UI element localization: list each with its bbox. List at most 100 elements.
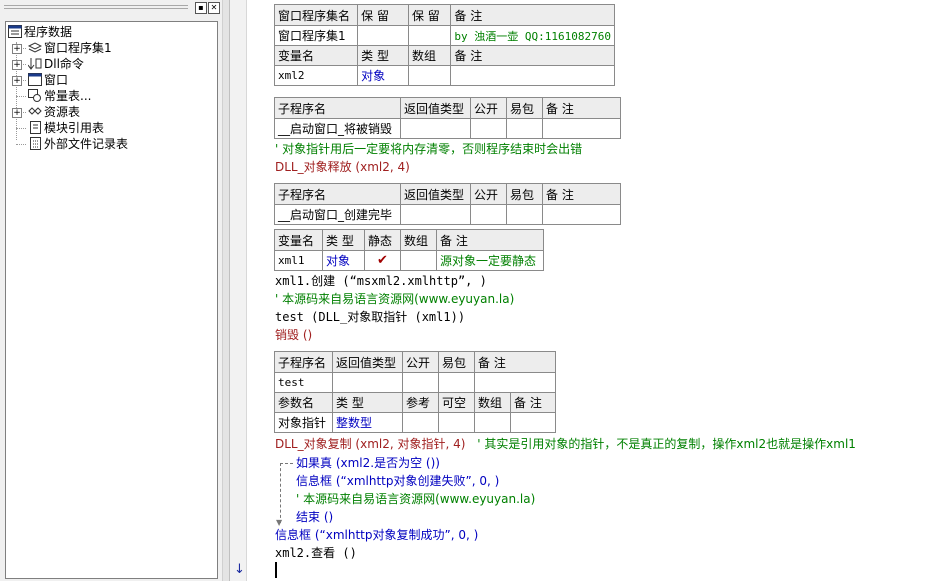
sub3-header-public: 公开 — [402, 351, 439, 373]
tree-item-external-files-label: 外部文件记录表 — [44, 137, 129, 151]
tree-item-modules-label: 模块引用表 — [44, 121, 105, 135]
tree-item-constants[interactable]: 常量表... — [28, 88, 91, 104]
expand-dll-button[interactable]: + — [12, 60, 22, 70]
sub3-public-cell[interactable] — [402, 372, 439, 393]
panel-close-button[interactable]: ✕ — [208, 2, 220, 14]
resource-table-icon — [28, 105, 42, 118]
code-comment-pointer: ' 其实是引用对象的指针，不是真正的复制，操作xml2也就是操作xml1 — [477, 437, 856, 451]
assembly-var-header-array: 数组 — [407, 45, 452, 66]
tree-item-dll-label: Dll命令 — [44, 57, 84, 71]
expand-window-button[interactable]: + — [12, 76, 22, 86]
assembly-remark-cell[interactable]: by 浊酒一壶 QQ:1161082760 — [450, 25, 615, 46]
sub3-header-package: 易包 — [438, 351, 475, 373]
code-line-copy[interactable]: DLL_对象复制 (xml2, 对象指针, 4) ' 其实是引用对象的指针，不是… — [275, 435, 856, 453]
code-line-release[interactable]: DLL_对象释放 (xml2, 4) — [275, 158, 410, 176]
localvar-type-cell[interactable]: 对象 — [322, 250, 365, 271]
assembly-table: 窗口程序集名 保 留 保 留 备 注 窗口程序集1 by 浊酒一壶 QQ:116… — [273, 4, 615, 86]
param-reference-cell[interactable] — [402, 412, 439, 433]
module-reference-icon — [28, 121, 42, 134]
assembly-reserved2-cell[interactable] — [407, 25, 452, 46]
assembly-var-header-remark: 备 注 — [450, 45, 615, 66]
expand-assembly-button[interactable]: + — [12, 44, 22, 54]
sub2-remark-cell[interactable] — [542, 204, 621, 225]
assembly-var-header-name: 变量名 — [273, 45, 359, 66]
param-type-cell[interactable]: 整数型 — [332, 412, 403, 433]
code-line-view[interactable]: xml2.查看 () — [275, 544, 357, 562]
external-file-icon — [28, 137, 42, 150]
code-line-msg-fail[interactable]: 信息框 (“xmlhttp对象创建失败”, 0, ) — [296, 472, 499, 490]
code-line-test-call[interactable]: test (DLL_对象取指针 (xml1)) — [275, 308, 465, 326]
localvar-name-cell[interactable]: xml1 — [274, 250, 323, 271]
tree-item-assembly[interactable]: 窗口程序集1 — [27, 40, 112, 56]
sub2-name-cell[interactable]: __启动窗口_创建完毕 — [274, 204, 401, 225]
sub2-header-remark: 备 注 — [542, 183, 621, 205]
expand-resources-button[interactable]: + — [12, 108, 22, 118]
sub1-return-cell[interactable] — [400, 118, 471, 139]
param-nullable-cell[interactable] — [438, 412, 475, 433]
param-array-cell[interactable] — [474, 412, 511, 433]
sub3-return-cell[interactable] — [332, 372, 403, 393]
sub1-header-package: 易包 — [506, 97, 543, 119]
code-editor[interactable]: 窗口程序集名 保 留 保 留 备 注 窗口程序集1 by 浊酒一壶 QQ:116… — [247, 0, 940, 581]
localvar-array-cell[interactable] — [400, 250, 437, 271]
text-caret — [275, 562, 277, 578]
assembly-icon — [27, 41, 43, 54]
param-header-reference: 参考 — [402, 392, 439, 413]
tree-item-window[interactable]: 窗口 — [28, 72, 68, 88]
sub3-header-return: 返回值类型 — [332, 351, 403, 373]
tree-item-dll[interactable]: Dll命令 — [27, 56, 84, 72]
static-checkmark-icon[interactable]: ✔ — [364, 250, 401, 271]
if-block-flow-line — [280, 463, 281, 523]
sub1-package-cell[interactable] — [506, 118, 543, 139]
subroutine-table-destroy: 子程序名 返回值类型 公开 易包 备 注 __启动窗口_将被销毁 — [274, 97, 621, 139]
code-line-create[interactable]: xml1.创建 (“msxml2.xmlhttp”, ) — [275, 272, 487, 290]
sub2-header-return: 返回值类型 — [400, 183, 471, 205]
sub1-name-cell[interactable]: __启动窗口_将被销毁 — [274, 118, 401, 139]
tree-item-resources[interactable]: 资源表 — [28, 104, 80, 120]
code-comment-memory[interactable]: ' 对象指针用后一定要将内存清零，否则程序结束时会出错 — [275, 140, 582, 158]
sub3-package-cell[interactable] — [438, 372, 475, 393]
param-remark-cell[interactable] — [510, 412, 556, 433]
tree-root[interactable]: 程序数据 — [8, 24, 72, 40]
sub3-header-remark: 备 注 — [474, 351, 556, 373]
tree-item-window-label: 窗口 — [44, 73, 69, 87]
sub1-remark-cell[interactable] — [542, 118, 621, 139]
param-name-cell[interactable]: 对象指针 — [274, 412, 333, 433]
program-tree: 程序数据 + 窗口程序集1 + Dll命令 + 窗口 常量表... + 资源表 … — [5, 21, 218, 579]
tree-item-modules[interactable]: 模块引用表 — [28, 120, 104, 136]
sub2-package-cell[interactable] — [506, 204, 543, 225]
param-header-remark: 备 注 — [510, 392, 556, 413]
assembly-name-cell[interactable]: 窗口程序集1 — [273, 25, 359, 46]
tree-item-external-files[interactable]: 外部文件记录表 — [28, 136, 128, 152]
assembly-header-name: 窗口程序集名 — [273, 4, 359, 26]
program-data-panel: ▪ ✕ 程序数据 + 窗口程序集1 + Dll命令 + 窗口 常量表... + … — [0, 0, 222, 581]
pane-splitter[interactable] — [222, 0, 230, 581]
code-line-if[interactable]: 如果真 (xml2.是否为空 ()) — [296, 454, 440, 472]
local-variable-table: 变量名 类 型 静态 数组 备 注 xml1 对象 ✔ 源对象一定要静态 — [274, 229, 544, 271]
sub2-return-cell[interactable] — [400, 204, 471, 225]
tree-item-constants-label: 常量表... — [44, 89, 92, 103]
sub1-header-remark: 备 注 — [542, 97, 621, 119]
assembly-var-remark-cell[interactable] — [450, 65, 615, 86]
panel-minimize-button[interactable]: ▪ — [195, 2, 207, 14]
sub1-public-cell[interactable] — [470, 118, 507, 139]
assembly-header-reserved2: 保 留 — [407, 4, 452, 26]
assembly-reserved1-cell[interactable] — [357, 25, 409, 46]
localvar-header-name: 变量名 — [274, 229, 323, 251]
code-line-msg-ok[interactable]: 信息框 (“xmlhttp对象复制成功”, 0, ) — [275, 526, 478, 544]
assembly-var-type-cell[interactable]: 对象 — [357, 65, 409, 86]
sub3-name-cell[interactable]: test — [274, 372, 333, 393]
sub2-public-cell[interactable] — [470, 204, 507, 225]
code-comment-source2[interactable]: ' 本源码来自易语言资源网(www.eyuyan.la) — [296, 490, 535, 508]
localvar-header-type: 类 型 — [322, 229, 365, 251]
sub2-header-package: 易包 — [506, 183, 543, 205]
code-comment-source1[interactable]: ' 本源码来自易语言资源网(www.eyuyan.la) — [275, 290, 514, 308]
assembly-var-name-cell[interactable]: xml2 — [273, 65, 359, 86]
tree-root-label: 程序数据 — [24, 25, 73, 39]
code-line-destroy[interactable]: 销毁 () — [275, 326, 312, 344]
code-line-end[interactable]: 结束 () — [296, 508, 333, 526]
dll-command-icon — [27, 57, 42, 70]
localvar-remark-cell[interactable]: 源对象一定要静态 — [436, 250, 544, 271]
assembly-var-array-cell[interactable] — [407, 65, 452, 86]
sub3-remark-cell[interactable] — [474, 372, 556, 393]
